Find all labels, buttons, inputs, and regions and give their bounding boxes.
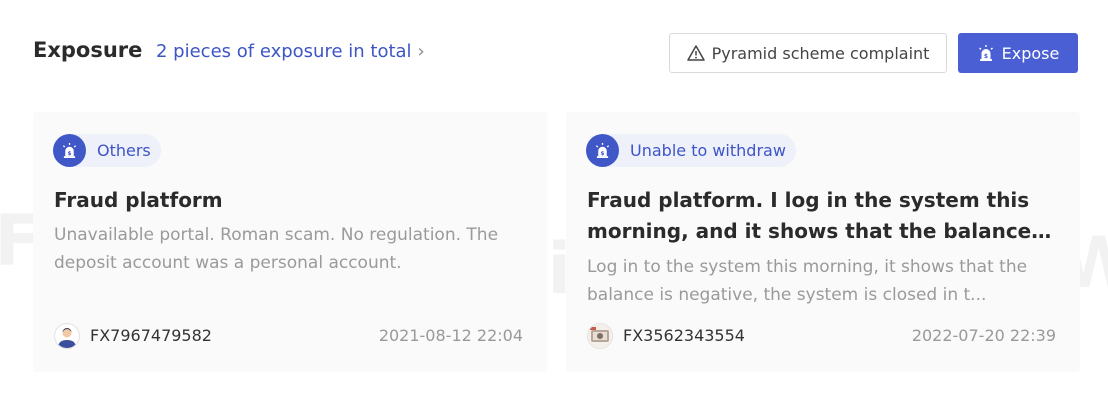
expose-button-label: Expose bbox=[1001, 43, 1060, 63]
siren-badge-icon: $ bbox=[586, 134, 619, 167]
svg-text:$: $ bbox=[68, 151, 72, 157]
avatar bbox=[587, 323, 613, 349]
card-description: Log in to the system this morning, it sh… bbox=[587, 257, 1028, 305]
post-date: 2021-08-12 22:04 bbox=[378, 326, 523, 345]
total-exposure-link[interactable]: 2 pieces of exposure in total › bbox=[156, 41, 425, 62]
chevron-right-icon: › bbox=[417, 41, 425, 62]
card-description: Unavailable portal. Roman scam. No regul… bbox=[54, 225, 499, 273]
exposure-card[interactable]: $ Others Fraud platform Unavailable port… bbox=[33, 112, 547, 372]
complaint-button-label: Pyramid scheme complaint bbox=[711, 43, 930, 63]
svg-text:$: $ bbox=[601, 151, 605, 157]
siren-icon: $ bbox=[978, 45, 993, 61]
category-label: Others bbox=[97, 141, 151, 160]
user-id: FX3562343554 bbox=[623, 326, 745, 345]
card-title: Fraud platform bbox=[54, 188, 223, 212]
warning-icon bbox=[686, 45, 705, 61]
pyramid-scheme-complaint-button[interactable]: Pyramid scheme complaint bbox=[669, 33, 947, 73]
total-exposure-label: 2 pieces of exposure in total bbox=[156, 41, 412, 62]
avatar bbox=[54, 323, 80, 349]
post-date: 2022-07-20 22:39 bbox=[911, 326, 1056, 345]
category-tag: $ Others bbox=[53, 134, 161, 167]
svg-text:$: $ bbox=[984, 53, 988, 60]
card-title: Fraud platform. I log in the system this… bbox=[587, 188, 1032, 243]
page-title: Exposure bbox=[33, 38, 143, 62]
exposure-header: Exposure 2 pieces of exposure in total › … bbox=[0, 0, 1108, 100]
user-id: FX7967479582 bbox=[90, 326, 212, 345]
exposure-card[interactable]: $ Unable to withdraw Fraud platform. I l… bbox=[566, 112, 1080, 372]
category-tag: $ Unable to withdraw bbox=[586, 134, 796, 167]
siren-badge-icon: $ bbox=[53, 134, 86, 167]
expose-button[interactable]: $ Expose bbox=[958, 33, 1078, 73]
category-label: Unable to withdraw bbox=[630, 141, 786, 160]
